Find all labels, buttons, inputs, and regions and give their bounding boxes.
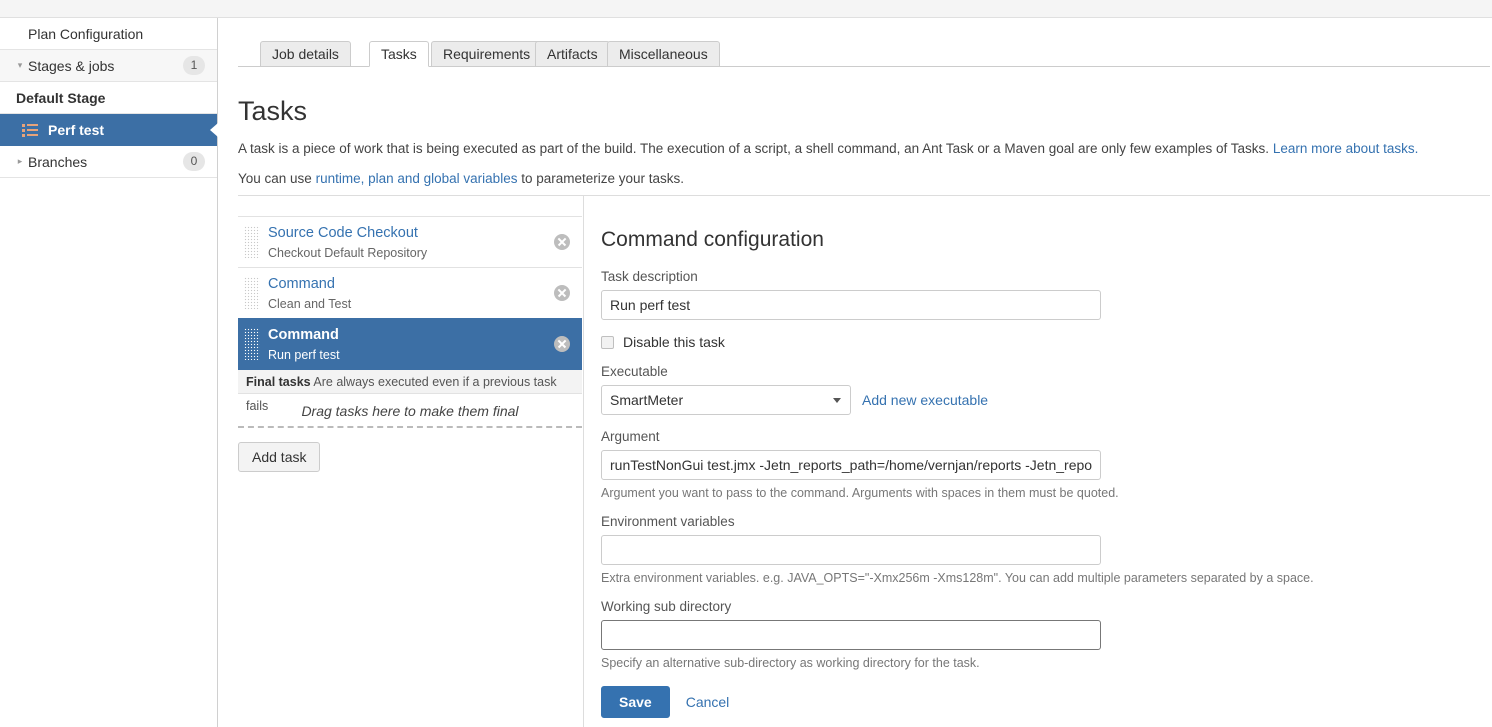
add-task-button[interactable]: Add task <box>238 442 321 472</box>
task-subtitle: Clean and Test <box>268 297 352 311</box>
task-title[interactable]: Command <box>268 326 542 344</box>
sidebar-item-perf-test[interactable]: Perf test <box>0 114 218 146</box>
argument-help-text: Argument you want to pass to the command… <box>601 486 1119 500</box>
sidebar-item-label: Default Stage <box>16 89 106 106</box>
final-tasks-bar: Final tasks Are always executed even if … <box>238 370 582 413</box>
chevron-down-icon: ▾ <box>17 60 23 70</box>
task-row-selected[interactable]: Command Run perf test <box>238 318 582 370</box>
page-title: Tasks <box>238 96 308 126</box>
learn-more-about-tasks-link[interactable]: Learn more about tasks. <box>1273 141 1419 156</box>
drag-handle-icon[interactable] <box>244 277 260 309</box>
tasks-description-line-1: A task is a piece of work that is being … <box>238 139 1484 159</box>
sidebar-item-default-stage[interactable]: Default Stage <box>0 82 217 114</box>
sidebar-item-stages-and-jobs[interactable]: ▾ Stages & jobs 1 <box>0 50 217 82</box>
task-list: Source Code Checkout Checkout Default Re… <box>238 216 582 472</box>
main-content: Job details Tasks Requirements Artifacts… <box>219 18 1492 727</box>
working-sub-directory-label: Working sub directory <box>601 599 732 614</box>
sidebar-item-label: Stages & jobs <box>28 57 115 74</box>
variables-link[interactable]: runtime, plan and global variables <box>316 171 518 186</box>
cancel-link[interactable]: Cancel <box>686 694 730 710</box>
executable-group: Executable SmartMeter Add new executable <box>601 364 1491 415</box>
sidebar: Plan Configuration ▾ Stages & jobs 1 Def… <box>0 18 218 727</box>
working-sub-directory-group: Working sub directory Specify an alterna… <box>601 599 1491 670</box>
task-delete-cell <box>542 217 582 267</box>
task-subtitle: Run perf test <box>268 348 340 362</box>
tasks-description-line-2: You can use runtime, plan and global var… <box>238 169 1484 189</box>
working-sub-directory-help-text: Specify an alternative sub-directory as … <box>601 656 980 670</box>
task-delete-cell <box>542 319 582 369</box>
task-title[interactable]: Command <box>268 275 542 293</box>
drag-handle-icon[interactable] <box>244 226 260 258</box>
environment-variables-group: Environment variables Extra environment … <box>601 514 1491 585</box>
command-configuration-panel: Command configuration Task description D… <box>601 228 1491 718</box>
save-button[interactable]: Save <box>601 686 670 718</box>
list-icon <box>22 123 40 137</box>
task-description-label: Task description <box>601 269 698 284</box>
task-row-text: Command Run perf test <box>260 319 542 369</box>
disable-task-row[interactable]: Disable this task <box>601 334 1491 350</box>
chevron-right-icon: ▸ <box>17 156 23 166</box>
task-row[interactable]: Source Code Checkout Checkout Default Re… <box>238 216 582 268</box>
final-tasks-label: Final tasks <box>246 375 311 389</box>
close-icon[interactable] <box>554 234 570 250</box>
final-tasks-dropzone[interactable]: Drag tasks here to make them final <box>238 394 582 428</box>
task-row-text: Command Clean and Test <box>260 268 542 318</box>
environment-variables-label: Environment variables <box>601 514 735 529</box>
task-description-input[interactable] <box>601 290 1101 320</box>
environment-variables-help-text: Extra environment variables. e.g. JAVA_O… <box>601 571 1314 585</box>
tab-job-details[interactable]: Job details <box>260 41 351 67</box>
disable-task-checkbox[interactable] <box>601 335 614 349</box>
tab-artifacts[interactable]: Artifacts <box>535 41 610 67</box>
task-row-text: Source Code Checkout Checkout Default Re… <box>260 217 542 267</box>
tab-bar: Job details Tasks Requirements Artifacts… <box>238 41 1492 67</box>
environment-variables-input[interactable] <box>601 535 1101 565</box>
sidebar-item-label: Plan Configuration <box>28 25 144 42</box>
task-row[interactable]: Command Clean and Test <box>238 267 582 319</box>
executable-select[interactable]: SmartMeter <box>601 385 851 415</box>
page-root: Plan Configuration ▾ Stages & jobs 1 Def… <box>0 0 1492 727</box>
tab-miscellaneous[interactable]: Miscellaneous <box>607 41 720 67</box>
tasks-description-text: A task is a piece of work that is being … <box>238 141 1273 156</box>
config-heading: Command configuration <box>601 228 824 251</box>
form-actions: Save Cancel <box>601 686 1491 718</box>
close-icon[interactable] <box>554 285 570 301</box>
top-strip <box>0 0 1492 18</box>
working-sub-directory-input[interactable] <box>601 620 1101 650</box>
executable-row: SmartMeter Add new executable <box>601 385 1491 415</box>
argument-label: Argument <box>601 429 660 444</box>
tab-tasks[interactable]: Tasks <box>369 41 429 67</box>
sidebar-item-label: Perf test <box>48 121 105 138</box>
sidebar-item-label: Branches <box>28 153 88 170</box>
variables-suffix-text: to parameterize your tasks. <box>517 171 685 186</box>
sidebar-item-plan-configuration[interactable]: Plan Configuration <box>0 18 217 50</box>
argument-group: Argument Argument you want to pass to th… <box>601 429 1491 500</box>
sidebar-badge-count: 1 <box>183 56 205 75</box>
task-subtitle: Checkout Default Repository <box>268 246 428 260</box>
task-title[interactable]: Source Code Checkout <box>268 224 542 242</box>
sidebar-item-branches[interactable]: ▸ Branches 0 <box>0 146 217 178</box>
column-divider <box>583 196 584 727</box>
add-new-executable-link[interactable]: Add new executable <box>862 392 988 408</box>
argument-input[interactable] <box>601 450 1101 480</box>
executable-label: Executable <box>601 364 668 379</box>
disable-task-label: Disable this task <box>623 334 725 350</box>
drag-handle-icon[interactable] <box>244 328 260 360</box>
executable-select-wrapper: SmartMeter <box>601 385 851 415</box>
task-delete-cell <box>542 268 582 318</box>
tasks-body: Source Code Checkout Checkout Default Re… <box>238 196 1492 727</box>
variables-prefix-text: You can use <box>238 171 316 186</box>
close-icon[interactable] <box>554 336 570 352</box>
sidebar-badge-count: 0 <box>183 152 205 171</box>
task-description-group: Task description <box>601 269 1491 320</box>
tab-requirements[interactable]: Requirements <box>431 41 543 67</box>
